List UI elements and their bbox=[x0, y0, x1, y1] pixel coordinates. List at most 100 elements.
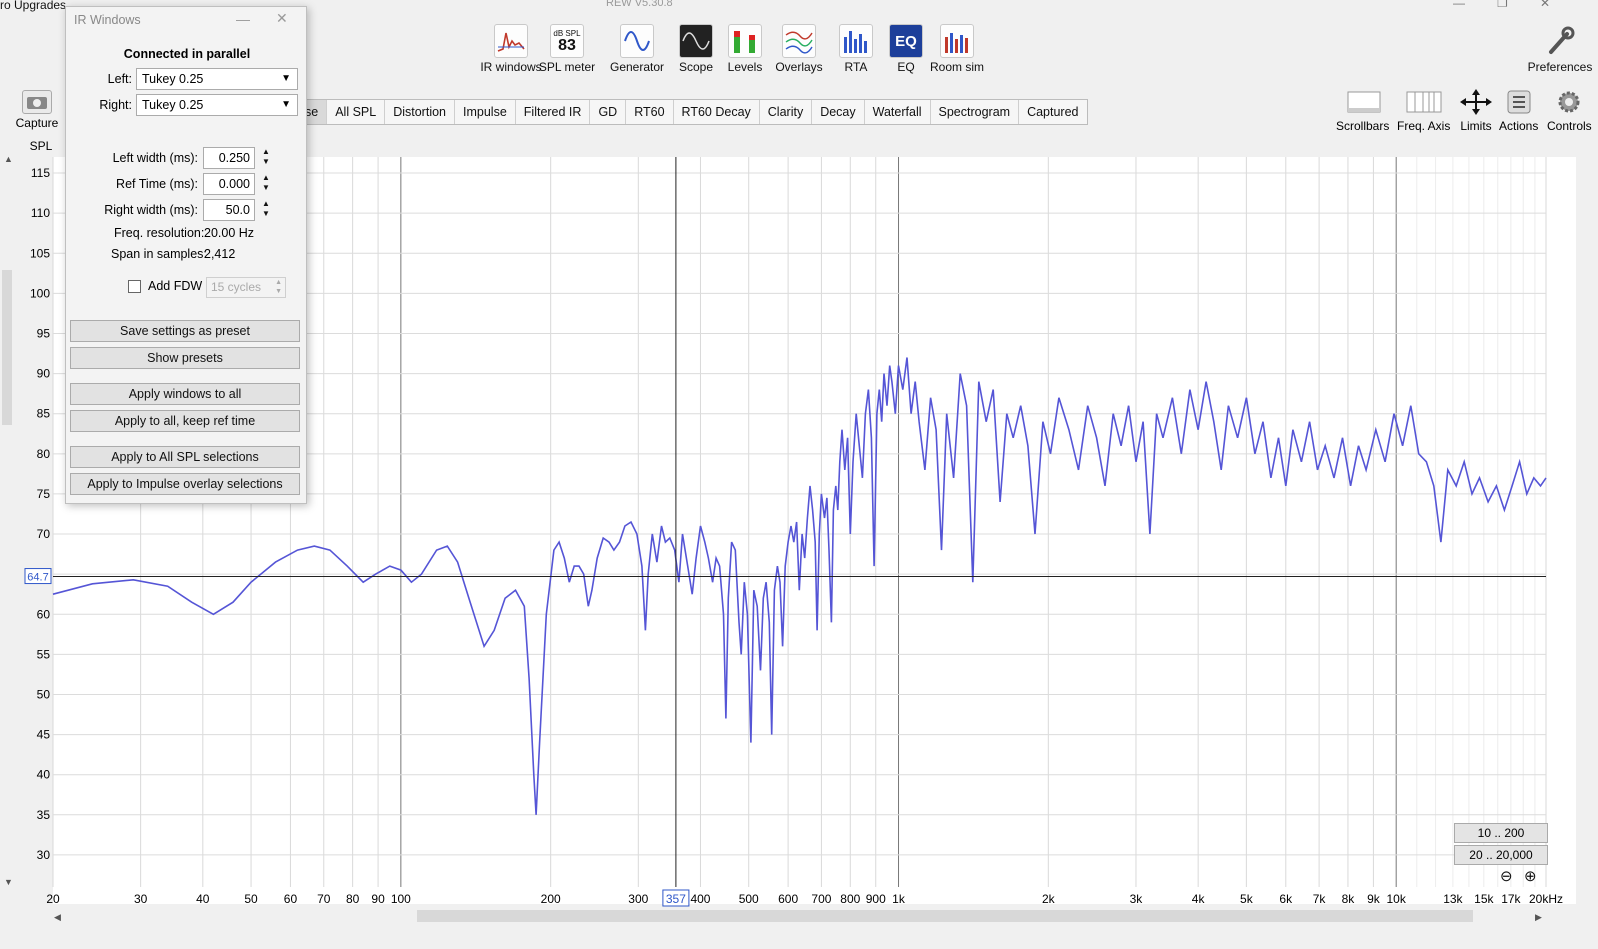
generator-label: Generator bbox=[609, 60, 665, 74]
show-presets-button[interactable]: Show presets bbox=[70, 347, 300, 369]
cursor-spl-value: 64.7 bbox=[27, 572, 48, 584]
left-width-input[interactable]: 0.250 bbox=[203, 147, 255, 169]
x-tick-label: 300 bbox=[628, 892, 648, 906]
left-width-label: Left width (ms): bbox=[112, 151, 198, 165]
tab-clarity[interactable]: Clarity bbox=[760, 100, 813, 124]
tab-all-spl[interactable]: All SPL bbox=[327, 100, 386, 124]
levels-button[interactable]: Levels bbox=[714, 24, 776, 74]
scroll-right-icon[interactable]: ▶ bbox=[1535, 912, 1542, 922]
tab-filtered-ir[interactable]: Filtered IR bbox=[516, 100, 591, 124]
scope-icon bbox=[679, 24, 713, 58]
actions-button[interactable]: Actions bbox=[1499, 88, 1538, 133]
x-tick-label: 80 bbox=[346, 892, 360, 906]
x-tick-label: 9k bbox=[1367, 892, 1381, 906]
preferences-label: Preferences bbox=[1527, 60, 1593, 74]
y-tick-label: 55 bbox=[37, 647, 51, 661]
scrollbars-button[interactable]: Scrollbars bbox=[1336, 88, 1389, 133]
add-fdw-checkbox[interactable] bbox=[128, 280, 141, 293]
zoom-in-icon[interactable]: ⊕ bbox=[1524, 867, 1537, 885]
levels-label: Levels bbox=[727, 60, 763, 74]
gear-icon bbox=[1547, 88, 1592, 116]
cursor-freq-value: 357 bbox=[666, 892, 686, 906]
tab-gd[interactable]: GD bbox=[590, 100, 627, 124]
minimize-icon[interactable]: — bbox=[1453, 0, 1465, 10]
right-window-select[interactable]: Tukey 0.25 ▼ bbox=[136, 94, 298, 116]
panel-close-icon[interactable]: ✕ bbox=[276, 10, 288, 27]
scroll-left-icon[interactable]: ◀ bbox=[54, 912, 61, 922]
ir-windows-icon bbox=[494, 24, 528, 58]
spl-meter-button[interactable]: dB SPL 83 SPL meter bbox=[536, 24, 598, 74]
room-sim-button[interactable]: Room sim bbox=[926, 24, 988, 74]
spl-meter-value: 83 bbox=[558, 36, 576, 54]
apply-impulse-overlay-button[interactable]: Apply to Impulse overlay selections bbox=[70, 473, 300, 495]
ir-panel-title: IR Windows bbox=[74, 13, 141, 27]
apply-all-keep-ref-button[interactable]: Apply to all, keep ref time bbox=[70, 410, 300, 432]
fdw-cycles-value: 15 cycles bbox=[211, 280, 262, 294]
right-width-stepper-icon[interactable]: ▲ ▼ bbox=[258, 199, 274, 221]
freq-axis-label: Freq. Axis bbox=[1397, 119, 1451, 133]
y-tick-label: 60 bbox=[37, 607, 51, 621]
tab-rt60-decay[interactable]: RT60 Decay bbox=[674, 100, 760, 124]
y-tick-label: 45 bbox=[37, 728, 51, 742]
x-tick-label: 100 bbox=[391, 892, 411, 906]
x-tick-label: 17k bbox=[1501, 892, 1521, 906]
y-tick-label: 95 bbox=[37, 326, 51, 340]
left-window-label: Left: bbox=[107, 72, 132, 86]
x-tick-label: 2k bbox=[1042, 892, 1056, 906]
ref-time-input[interactable]: 0.000 bbox=[203, 173, 255, 195]
horizontal-scrollbar-thumb[interactable] bbox=[417, 910, 1473, 922]
levels-icon bbox=[728, 24, 762, 58]
ir-windows-button[interactable]: IR windows bbox=[480, 24, 542, 74]
span-samples-label: Span in samples: bbox=[111, 247, 207, 261]
maximize-icon[interactable]: ❐ bbox=[1497, 0, 1508, 10]
save-preset-button[interactable]: Save settings as preset bbox=[70, 320, 300, 342]
left-width-stepper-icon[interactable]: ▲ ▼ bbox=[258, 147, 274, 169]
y-axis-labels: 3035404550556065707580859095100105110115 bbox=[30, 166, 50, 862]
ir-windows-label: IR windows bbox=[480, 60, 542, 74]
add-fdw-label: Add FDW bbox=[148, 279, 203, 293]
tab-spectrogram[interactable]: Spectrogram bbox=[931, 100, 1020, 124]
ref-time-stepper-icon[interactable]: ▲ ▼ bbox=[258, 173, 274, 195]
x-tick-label: 200 bbox=[541, 892, 561, 906]
range-20-20000-button[interactable]: 20 .. 20,000 bbox=[1454, 845, 1548, 865]
zoom-out-icon[interactable]: ⊖ bbox=[1500, 867, 1513, 885]
controls-button[interactable]: Controls bbox=[1547, 88, 1592, 133]
cursor-spl-badge: 64.7 bbox=[24, 568, 52, 585]
generator-button[interactable]: Generator bbox=[606, 24, 668, 74]
y-tick-label: 85 bbox=[37, 407, 51, 421]
y-tick-label: 90 bbox=[37, 367, 51, 381]
close-icon[interactable]: ✕ bbox=[1540, 0, 1550, 10]
freq-axis-button[interactable]: Freq. Axis bbox=[1397, 88, 1450, 133]
app-version: REW V5.30.8 bbox=[606, 0, 673, 9]
vertical-scrollbar-thumb[interactable] bbox=[2, 270, 12, 425]
apply-windows-all-button[interactable]: Apply windows to all bbox=[70, 383, 300, 405]
tab-captured[interactable]: Captured bbox=[1019, 100, 1086, 124]
y-tick-label: 105 bbox=[30, 246, 50, 260]
tab-impulse[interactable]: Impulse bbox=[455, 100, 516, 124]
tab-rt60[interactable]: RT60 bbox=[626, 100, 674, 124]
tab-distortion[interactable]: Distortion bbox=[385, 100, 455, 124]
freq-resolution-value: 20.00 Hz bbox=[204, 226, 255, 240]
range-10-200-button[interactable]: 10 .. 200 bbox=[1454, 823, 1548, 843]
right-width-input[interactable]: 50.0 bbox=[203, 199, 255, 221]
x-tick-label: 20 bbox=[46, 892, 60, 906]
tab-decay[interactable]: Decay bbox=[812, 100, 865, 124]
capture-button[interactable]: Capture bbox=[14, 90, 60, 130]
controls-label: Controls bbox=[1547, 119, 1592, 133]
limits-button[interactable]: Limits bbox=[1458, 88, 1494, 133]
left-window-select[interactable]: Tukey 0.25 ▼ bbox=[136, 68, 298, 90]
apply-all-spl-button[interactable]: Apply to All SPL selections bbox=[70, 446, 300, 468]
x-tick-label: 60 bbox=[284, 892, 298, 906]
span-samples-value: 2,412 bbox=[204, 247, 236, 261]
x-tick-label: 700 bbox=[811, 892, 831, 906]
fdw-cycles-input[interactable]: 15 cycles ▲ ▼ bbox=[206, 277, 286, 298]
overlays-button[interactable]: Overlays bbox=[768, 24, 830, 74]
room-sim-label: Room sim bbox=[929, 60, 984, 74]
panel-minimize-icon[interactable]: — bbox=[236, 11, 250, 27]
tab-waterfall[interactable]: Waterfall bbox=[865, 100, 931, 124]
scroll-down-icon[interactable]: ▼ bbox=[4, 877, 13, 887]
x-tick-label: 90 bbox=[371, 892, 385, 906]
scroll-up-icon[interactable]: ▲ bbox=[4, 154, 13, 164]
preferences-button[interactable]: Preferences bbox=[1522, 24, 1598, 74]
spl-meter-label: SPL meter bbox=[538, 60, 596, 74]
